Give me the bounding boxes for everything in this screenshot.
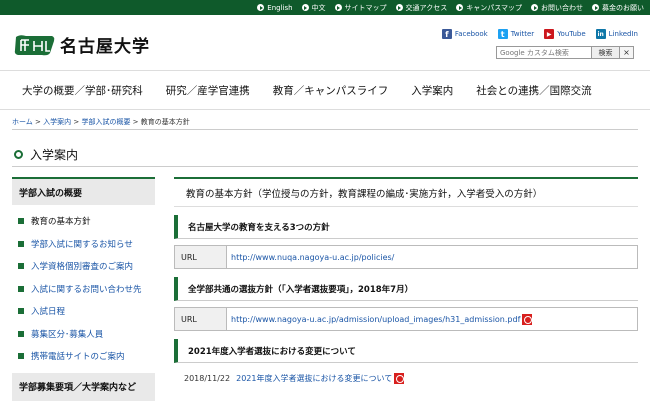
social-link-twitter[interactable]: t Twitter [497, 29, 534, 39]
policies-link[interactable]: http://www.nuqa.nagoya-u.ac.jp/policies/ [231, 253, 394, 262]
sidebar: 学部入試の概要 教育の基本方針 学部入試に関するお知らせ 入学資格個別審査のご案… [12, 177, 155, 401]
university-logo[interactable]: 名古屋大学 [12, 32, 150, 57]
linkedin-icon: in [595, 29, 606, 39]
utility-link-access[interactable]: 交通アクセス [395, 3, 447, 13]
url-label: URL [175, 246, 227, 268]
square-bullet-icon [18, 330, 24, 337]
square-bullet-icon [18, 240, 24, 247]
clear-search-button[interactable]: × [620, 46, 634, 59]
nav-item-education[interactable]: 教育／キャンパスライフ [273, 83, 389, 98]
url-table-policies: URL http://www.nuqa.nagoya-u.ac.jp/polic… [174, 245, 638, 269]
nav-item-research[interactable]: 研究／産学官連携 [166, 83, 250, 98]
search-button[interactable]: 検索 [592, 46, 620, 59]
section-heading-2021-changes: 2021年度入学者選抜における変更について [174, 339, 638, 363]
arrow-circle-icon [592, 4, 599, 11]
breadcrumb-overview[interactable]: 学部入試の概要 [81, 118, 130, 126]
nav-item-about[interactable]: 大学の概要／学部･研究科 [22, 83, 143, 98]
sidebar-item-education-policy[interactable]: 教育の基本方針 [12, 210, 155, 233]
facebook-icon: f [441, 29, 452, 39]
square-bullet-icon [18, 308, 24, 315]
utility-link-contact[interactable]: お問い合わせ [531, 3, 583, 13]
breadcrumb-current: 教育の基本方針 [140, 118, 190, 126]
main-heading: 教育の基本方針（学位授与の方針，教育課程の編成･実施方針，入学者受入の方針） [174, 177, 638, 207]
pdf-icon [522, 313, 533, 325]
youtube-icon: ▶ [544, 29, 555, 39]
sidebar-item-mobile-site[interactable]: 携帯電話サイトのご案内 [12, 345, 155, 368]
utility-bar: English 中文 サイトマップ 交通アクセス キャンパスマップ お問い合わせ… [0, 0, 650, 15]
divider [12, 129, 638, 130]
arrow-circle-icon [301, 4, 309, 11]
news-item: 2018/11/22 2021年度入学者選抜における変更について [174, 373, 638, 384]
sidebar-item-schedule[interactable]: 入試日程 [12, 300, 155, 323]
social-link-facebook[interactable]: f Facebook [441, 29, 488, 39]
arrow-circle-icon [456, 4, 464, 11]
square-bullet-icon [18, 353, 24, 360]
sidebar-heading-guides[interactable]: 学部募集要項／大学案内など [12, 372, 155, 401]
twitter-icon: t [497, 29, 508, 39]
arrow-circle-icon [334, 4, 342, 11]
breadcrumb: ホーム > 入学案内 > 学部入試の概要 > 教育の基本方針 [12, 118, 190, 126]
square-bullet-icon [18, 263, 24, 270]
breadcrumb-home[interactable]: ホーム [12, 118, 33, 126]
divider [12, 166, 638, 167]
sidebar-item-admission-news[interactable]: 学部入試に関するお知らせ [12, 233, 155, 256]
social-link-linkedin[interactable]: in LinkedIn [595, 29, 638, 39]
university-emblem-icon [14, 34, 55, 55]
url-label: URL [175, 308, 227, 330]
square-bullet-icon [18, 285, 24, 292]
arrow-circle-icon [257, 4, 265, 11]
square-bullet-icon [18, 218, 24, 225]
nav-item-admissions[interactable]: 入学案内 [411, 83, 453, 98]
url-table-selection: URL http://www.nagoya-u.ac.jp/admission/… [174, 307, 638, 331]
social-link-youtube[interactable]: ▶ YouTube [544, 29, 586, 39]
arrow-circle-icon [395, 4, 403, 11]
sidebar-list: 教育の基本方針 学部入試に関するお知らせ 入学資格個別審査のご案内 入試に関する… [12, 205, 155, 368]
arrow-circle-icon [531, 4, 538, 11]
breadcrumb-admissions[interactable]: 入学案内 [43, 118, 71, 126]
search-input[interactable] [496, 46, 592, 59]
news-link-2021-changes[interactable]: 2021年度入学者選抜における変更について [236, 373, 392, 384]
sidebar-item-eligibility-review[interactable]: 入学資格個別審査のご案内 [12, 255, 155, 278]
site-header: 名古屋大学 f Facebook t Twitter ▶ YouTube in … [0, 15, 650, 70]
news-date: 2018/11/22 [184, 374, 231, 383]
utility-link-donation[interactable]: 募金のお願い [592, 3, 644, 13]
sidebar-item-inquiries[interactable]: 入試に関するお問い合わせ先 [12, 278, 155, 301]
sidebar-heading[interactable]: 学部入試の概要 [12, 177, 155, 205]
utility-link-sitemap[interactable]: サイトマップ [334, 3, 387, 13]
utility-link-chinese[interactable]: 中文 [301, 3, 326, 13]
social-links: f Facebook t Twitter ▶ YouTube in Linked… [432, 29, 638, 39]
section-heading-policies: 名古屋大学の教育を支える3つの方針 [174, 215, 638, 239]
main-content: 教育の基本方針（学位授与の方針，教育課程の編成･実施方針，入学者受入の方針） 名… [174, 177, 638, 384]
page-title: 入学案内 [30, 148, 79, 162]
page-heading: 入学案内 [14, 146, 78, 163]
site-search: 検索 × [496, 46, 634, 59]
pdf-icon [394, 373, 405, 384]
utility-link-campus-map[interactable]: キャンパスマップ [456, 3, 522, 13]
sidebar-item-quotas[interactable]: 募集区分･募集人員 [12, 323, 155, 346]
university-name: 名古屋大学 [60, 37, 150, 57]
section-heading-selection-policy: 全学部共通の選抜方針（「入学者選抜要項」，2018年7月） [174, 277, 638, 301]
nav-item-community[interactable]: 社会との連携／国際交流 [476, 83, 591, 98]
circle-bullet-icon [14, 150, 23, 159]
utility-link-english[interactable]: English [257, 4, 293, 12]
global-nav: 大学の概要／学部･研究科 研究／産学官連携 教育／キャンパスライフ 入学案内 社… [0, 70, 650, 110]
admission-pdf-link[interactable]: http://www.nagoya-u.ac.jp/admission/uplo… [231, 315, 520, 324]
